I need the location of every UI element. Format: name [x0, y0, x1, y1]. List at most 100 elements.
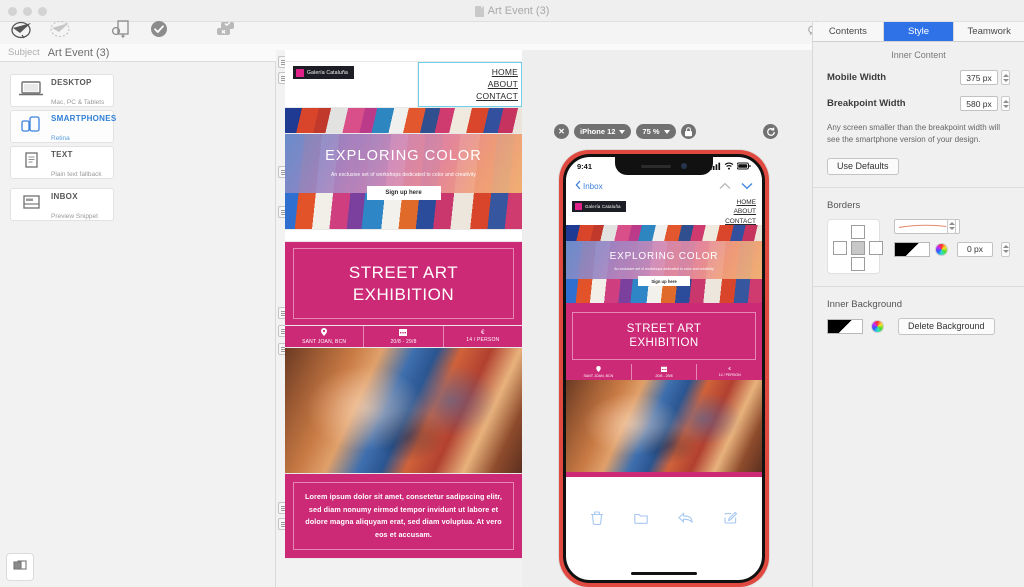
- logo-cell[interactable]: Galería Cataluña: [285, 62, 418, 107]
- lock-icon[interactable]: [680, 124, 696, 139]
- send-outline-icon[interactable]: [44, 12, 78, 46]
- message-check-icon[interactable]: [208, 12, 242, 46]
- tab-contents[interactable]: Contents: [813, 22, 884, 41]
- sidebar-item-inbox[interactable]: INBOX Preview Snippet: [10, 188, 114, 221]
- art-strip-image[interactable]: [285, 108, 522, 134]
- border-all-cell[interactable]: [851, 240, 865, 255]
- border-width-stepper[interactable]: [1001, 241, 1010, 257]
- phone-signup-button[interactable]: Sign up here: [638, 276, 690, 286]
- check-circle-icon[interactable]: [142, 12, 176, 46]
- nav-link-home[interactable]: HOME: [418, 66, 518, 78]
- phone-street-art-banner: STREET ART EXHIBITION: [566, 308, 762, 364]
- border-width-input[interactable]: 0 px: [957, 241, 993, 257]
- info-cell-dates[interactable]: 20/8 - 29/8: [363, 326, 442, 347]
- compose-icon[interactable]: [724, 511, 738, 529]
- tab-teamwork[interactable]: Teamwork: [954, 22, 1024, 41]
- phone-nav-link-about[interactable]: ABOUT: [725, 207, 756, 216]
- breakpoint-width-label: Breakpoint Width: [827, 98, 906, 109]
- text-document-icon: [18, 150, 44, 175]
- location-pin-icon: [596, 365, 601, 374]
- border-left-cell[interactable]: [833, 240, 847, 255]
- header-row[interactable]: Galería Cataluña HOME ABOUT CONTACT: [285, 62, 522, 108]
- border-right-cell[interactable]: [869, 240, 883, 255]
- hero-subtitle: An exclusive set of workshops dedicated …: [331, 172, 476, 178]
- border-style-stepper[interactable]: [947, 218, 956, 234]
- phone-nav-link-home[interactable]: HOME: [725, 198, 757, 207]
- tab-style[interactable]: Style: [883, 22, 955, 41]
- brand-logo: Galería Cataluña: [293, 66, 355, 79]
- lorem-text: Lorem ipsum dolor sit amet, consetetur s…: [305, 492, 502, 539]
- spacer-row-2[interactable]: [285, 230, 522, 242]
- sidebar-item-desktop[interactable]: DESKTOP Mac, PC & Tablets: [10, 74, 114, 107]
- package-icon[interactable]: [104, 12, 138, 46]
- device-selector-label: iPhone 12: [580, 127, 616, 136]
- nav-cell-selected[interactable]: HOME ABOUT CONTACT: [417, 62, 522, 107]
- street-art-banner[interactable]: STREET ART EXHIBITION: [285, 242, 522, 326]
- info-location-text: SANT JOAN, BCN: [302, 339, 347, 345]
- border-bottom-cell[interactable]: [851, 256, 865, 271]
- zoom-selector-label: 75 %: [642, 127, 660, 136]
- info-cell-price[interactable]: € 14 / PERSON: [442, 326, 522, 347]
- background-color-swatch[interactable]: [827, 318, 863, 334]
- chevron-down-icon[interactable]: [741, 177, 753, 195]
- phones-icon: [18, 114, 44, 139]
- inspector-tabs: Contents Style Teamwork: [813, 22, 1024, 42]
- mobile-width-stepper[interactable]: [1001, 70, 1010, 85]
- border-side-selector[interactable]: [827, 218, 883, 274]
- email-document[interactable]: Galería Cataluña HOME ABOUT CONTACT EXPL…: [285, 50, 522, 560]
- phone-nav-link-contact[interactable]: CONTACT: [725, 217, 756, 226]
- phone-screen[interactable]: 9:41 Inbox Galería Cataluña HOME ABOUT C…: [563, 154, 765, 583]
- hero-section[interactable]: EXPLORING COLOR An exclusive set of work…: [285, 134, 522, 230]
- back-to-inbox[interactable]: Inbox: [575, 177, 603, 195]
- status-time: 9:41: [577, 161, 593, 171]
- border-style-selector[interactable]: [894, 218, 960, 234]
- spacer-row[interactable]: [285, 50, 522, 62]
- chevron-down-icon: [663, 129, 670, 134]
- folder-icon[interactable]: [634, 511, 648, 529]
- logo-square-icon: [575, 203, 582, 210]
- breakpoint-width-input[interactable]: 580 px: [960, 96, 998, 111]
- info-cell-location[interactable]: SANT JOAN, BCN: [285, 326, 363, 347]
- phone-email-body[interactable]: Galería Cataluña HOME ABOUT CONTACT EXPL…: [566, 197, 762, 507]
- right-inspector-panel: Contents Style Teamwork Inner Content Mo…: [812, 22, 1024, 587]
- mural-image[interactable]: [285, 348, 522, 474]
- street-art-inner: STREET ART EXHIBITION: [293, 248, 514, 319]
- sidebar-item-inbox-title: INBOX: [51, 192, 78, 202]
- email-canvas[interactable]: Galería Cataluña HOME ABOUT CONTACT EXPL…: [276, 50, 522, 587]
- inner-background-controls: Delete Background: [813, 317, 1024, 335]
- phone-info-location-text: SANT JOAN, BCN: [583, 374, 614, 379]
- breakpoint-width-stepper[interactable]: [1001, 96, 1010, 111]
- border-top-cell[interactable]: [851, 224, 865, 239]
- divider-2: [813, 285, 1024, 287]
- background-color-wheel-icon[interactable]: [871, 319, 884, 333]
- inbox-icon: [18, 192, 44, 217]
- refresh-icon[interactable]: [763, 124, 778, 139]
- phone-info-cell-price: € 14 / PERSON: [696, 364, 762, 380]
- logo-text: Galería Cataluña: [307, 69, 349, 76]
- send-icon[interactable]: [6, 12, 40, 46]
- euro-icon: €: [481, 330, 485, 336]
- signup-button[interactable]: Sign up here: [366, 186, 441, 200]
- mobile-width-input[interactable]: 375 px: [960, 70, 998, 85]
- nav-link-about[interactable]: ABOUT: [418, 78, 518, 90]
- zoom-selector[interactable]: 75 %: [636, 124, 676, 139]
- sidebar-item-text[interactable]: TEXT Plain text fallback: [10, 146, 114, 179]
- nav-link-contact[interactable]: CONTACT: [418, 90, 518, 102]
- delete-background-button[interactable]: Delete Background: [898, 317, 995, 335]
- device-selector[interactable]: iPhone 12: [574, 124, 632, 139]
- phone-notch: [615, 157, 713, 175]
- lorem-section[interactable]: Lorem ipsum dolor sit amet, consetetur s…: [285, 474, 522, 560]
- border-color-wheel-icon[interactable]: [935, 242, 948, 256]
- chevron-up-icon[interactable]: [719, 177, 731, 195]
- event-info-row[interactable]: SANT JOAN, BCN 20/8 - 29/8 € 14 / PERSON: [285, 326, 522, 348]
- sidebar-item-smartphones[interactable]: SMARTPHONES Retina: [10, 110, 116, 143]
- close-preview-button[interactable]: ✕: [554, 124, 569, 139]
- reply-icon[interactable]: [678, 511, 693, 529]
- duplicate-layers-icon[interactable]: [6, 553, 34, 581]
- subject-input[interactable]: Art Event (3): [48, 47, 110, 59]
- breakpoint-help-text: Any screen smaller than the breakpoint w…: [827, 123, 1000, 144]
- trash-icon[interactable]: [591, 510, 604, 530]
- use-defaults-button[interactable]: Use Defaults: [827, 157, 899, 175]
- border-color-swatch[interactable]: [894, 241, 930, 257]
- sidebar-item-text-sub: Plain text fallback: [51, 170, 102, 178]
